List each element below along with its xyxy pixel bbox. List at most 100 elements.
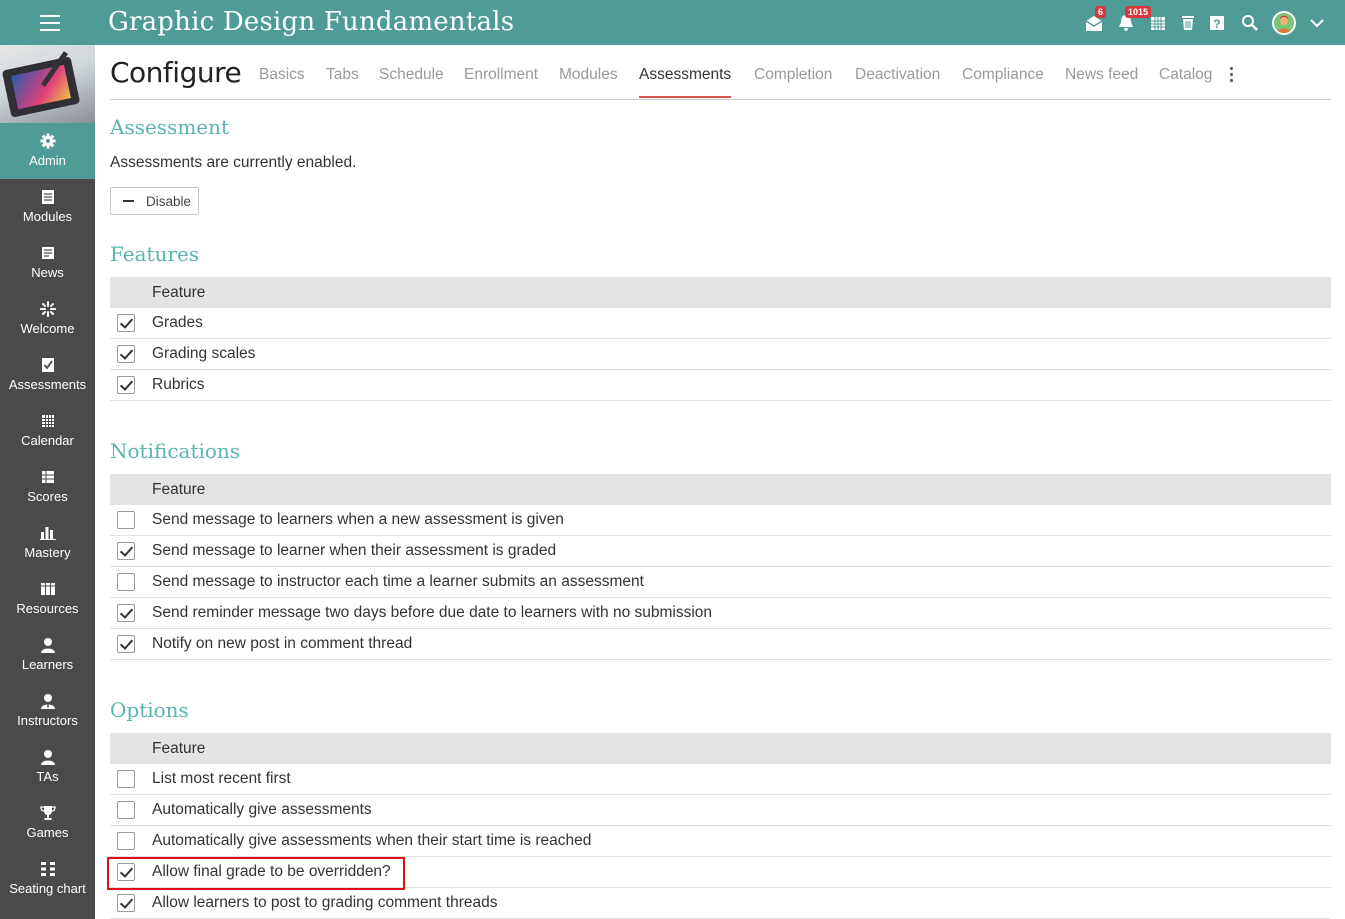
main-content: Configure Basics Tabs Schedule Enrollmen…: [110, 45, 1331, 919]
trophy-icon: [39, 805, 56, 821]
tab-completion[interactable]: Completion: [754, 66, 832, 84]
table-header: Feature: [110, 474, 1331, 505]
sidebar-item-welcome[interactable]: Welcome: [0, 291, 95, 347]
checkbox[interactable]: [117, 635, 135, 653]
checkbox[interactable]: [117, 573, 135, 591]
help-icon[interactable]: ?: [1206, 12, 1228, 34]
course-thumbnail[interactable]: [0, 45, 95, 123]
table-row: Send reminder message two days before du…: [110, 598, 1331, 629]
seating-chart-icon: [40, 861, 56, 877]
search-icon[interactable]: [1239, 12, 1261, 34]
checkbox[interactable]: [117, 832, 135, 850]
trash-icon[interactable]: [1177, 12, 1199, 34]
assessments-icon: [40, 357, 56, 373]
modules-icon: [40, 189, 56, 205]
resources-icon: [40, 581, 56, 597]
row-label: Allow learners to post to grading commen…: [152, 894, 498, 911]
disable-button[interactable]: Disable: [110, 187, 199, 215]
sidebar-item-games[interactable]: Games: [0, 795, 95, 851]
checkbox[interactable]: [117, 345, 135, 363]
sidebar-item-tas[interactable]: TAs: [0, 739, 95, 795]
tab-news-feed[interactable]: News feed: [1065, 66, 1138, 84]
row-label: Grades: [152, 314, 203, 331]
sidebar-item-label: Mastery: [24, 545, 71, 560]
tab-catalog[interactable]: Catalog: [1159, 66, 1212, 84]
sidebar-item-label: Instructors: [17, 713, 78, 728]
chevron-down-icon[interactable]: [1306, 12, 1328, 34]
checkbox[interactable]: [117, 314, 135, 332]
table-row: Automatically give assessments: [110, 795, 1331, 826]
tab-tabs[interactable]: Tabs: [326, 66, 359, 84]
sidebar-item-label: Assessments: [8, 377, 87, 392]
sidebar-item-admin[interactable]: Admin: [0, 123, 95, 179]
hamburger-menu-icon[interactable]: [40, 15, 60, 31]
table-row: Grading scales: [110, 339, 1331, 370]
tab-enrollment[interactable]: Enrollment: [464, 66, 538, 84]
assessment-section-title: Assessment: [110, 115, 230, 139]
checkbox[interactable]: [117, 801, 135, 819]
tab-modules[interactable]: Modules: [559, 66, 618, 84]
sidebar-item-assessments[interactable]: Assessments: [0, 347, 95, 403]
table-row: Grades: [110, 308, 1331, 339]
table-row: Allow final grade to be overridden?: [110, 857, 1331, 888]
table-row: Send message to learner when their asses…: [110, 536, 1331, 567]
tab-schedule[interactable]: Schedule: [379, 66, 444, 84]
course-title[interactable]: Graphic Design Fundamentals: [108, 7, 514, 37]
table-header: Feature: [110, 733, 1331, 764]
sidebar-item-label: TAs: [36, 769, 59, 784]
sidebar-item-seating-chart[interactable]: Seating chart: [0, 851, 95, 907]
scores-icon: [40, 469, 56, 485]
sidebar-item-label: Welcome: [20, 321, 75, 336]
notifications-icon[interactable]: 1015: [1115, 6, 1152, 34]
checkbox[interactable]: [117, 511, 135, 529]
sidebar-item-label: Calendar: [21, 433, 74, 448]
sidebar-item-learners[interactable]: Learners: [0, 627, 95, 683]
row-label: List most recent first: [152, 770, 291, 787]
tas-icon: [40, 749, 56, 765]
checkbox[interactable]: [117, 542, 135, 560]
tab-compliance[interactable]: Compliance: [962, 66, 1044, 84]
avatar[interactable]: [1272, 11, 1296, 35]
tab-basics[interactable]: Basics: [259, 66, 305, 84]
options-section-title: Options: [110, 698, 189, 722]
messages-icon[interactable]: 6: [1083, 6, 1107, 34]
checkbox[interactable]: [117, 863, 135, 881]
sidebar-item-scores[interactable]: Scores: [0, 459, 95, 515]
sidebar-item-label: Games: [26, 825, 69, 840]
table-row: Rubrics: [110, 370, 1331, 401]
notifications-section-title: Notifications: [110, 439, 241, 463]
tab-assessments[interactable]: Assessments: [639, 66, 732, 98]
options-table: Feature List most recent first Automatica…: [110, 733, 1331, 919]
calendar-icon[interactable]: [1147, 12, 1169, 34]
row-label: Automatically give assessments: [152, 801, 372, 818]
page-title: Configure: [110, 56, 242, 89]
sidebar-item-instructors[interactable]: Instructors: [0, 683, 95, 739]
checkbox[interactable]: [117, 894, 135, 912]
row-label: Send message to learners when a new asse…: [152, 511, 564, 528]
calendar-icon: [40, 413, 56, 429]
sidebar-item-label: Seating chart: [9, 881, 86, 896]
table-row: Send message to instructor each time a l…: [110, 567, 1331, 598]
more-tabs-icon[interactable]: [1230, 67, 1234, 83]
disable-button-label: Disable: [146, 193, 192, 209]
sidebar-item-resources[interactable]: Resources: [0, 571, 95, 627]
row-label: Allow final grade to be overridden?: [152, 863, 391, 880]
checkbox[interactable]: [117, 376, 135, 394]
table-header: Feature: [110, 277, 1331, 308]
news-icon: [40, 245, 56, 261]
checkbox[interactable]: [117, 770, 135, 788]
row-label: Rubrics: [152, 376, 205, 393]
sidebar-item-news[interactable]: News: [0, 235, 95, 291]
tab-deactivation[interactable]: Deactivation: [855, 66, 940, 84]
sidebar-item-mastery[interactable]: Mastery: [0, 515, 95, 571]
checkbox[interactable]: [117, 604, 135, 622]
top-bar: Graphic Design Fundamentals 6 1015 ?: [0, 0, 1345, 45]
sidebar-item-label: Scores: [27, 489, 68, 504]
sidebar-item-calendar[interactable]: Calendar: [0, 403, 95, 459]
sidebar-item-label: Resources: [16, 601, 79, 616]
row-label: Send message to instructor each time a l…: [152, 573, 644, 590]
instructors-icon: [40, 693, 56, 709]
sidebar-item-modules[interactable]: Modules: [0, 179, 95, 235]
row-label: Automatically give assessments when thei…: [152, 832, 592, 849]
sidebar-item-label: News: [31, 265, 64, 280]
